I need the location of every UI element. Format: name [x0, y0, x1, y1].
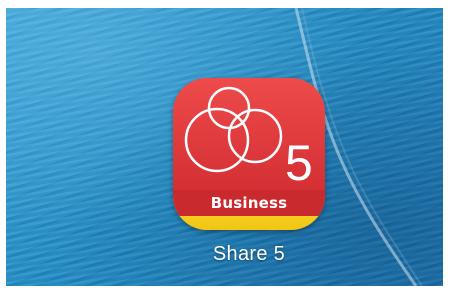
app-name-label: Share 5: [212, 243, 286, 265]
icon-version-number: 5: [285, 135, 313, 191]
icon-business-label: Business: [210, 194, 288, 212]
share5-app-icon[interactable]: 5 Business: [173, 78, 325, 230]
home-screen: 5 Business Share 5: [6, 8, 443, 286]
